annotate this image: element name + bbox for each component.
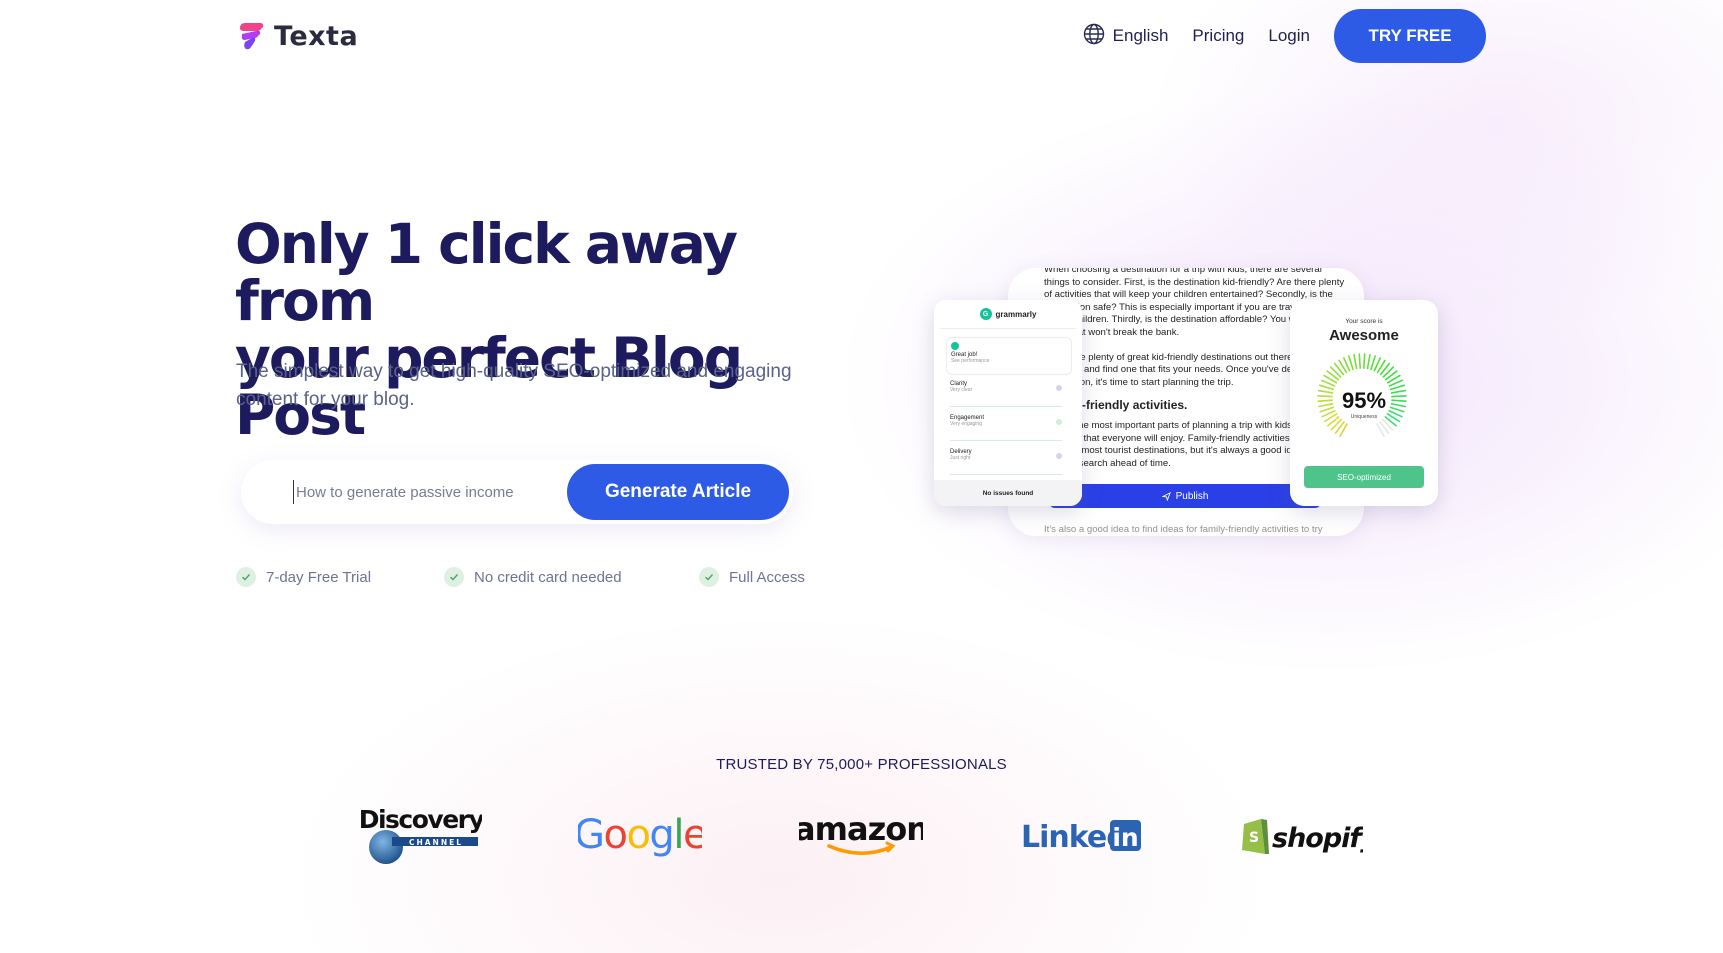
gauge-tick — [1358, 353, 1361, 369]
grammarly-items: Great job! See performance Clarity Very … — [940, 328, 1076, 477]
grammarly-panel: G grammarly Great job! See performance C… — [934, 300, 1082, 506]
feature-list: 7-day Free Trial No credit card needed F… — [236, 567, 856, 587]
hero-title-line1: Only 1 click away from — [235, 212, 738, 333]
texta-logo-icon — [236, 20, 266, 52]
check-icon — [236, 567, 256, 587]
check-icon — [699, 567, 719, 587]
publish-label: Publish — [1175, 490, 1209, 502]
publish-button[interactable]: Publish — [1049, 484, 1321, 508]
grammarly-brand: grammarly — [995, 309, 1037, 319]
grammarly-item: Clarity Very clear — [946, 377, 1072, 409]
check-icon — [444, 567, 464, 587]
status-dot — [1056, 453, 1062, 459]
score-bar — [950, 474, 1062, 475]
main-nav: English Pricing Login TRY FREE — [1083, 9, 1486, 63]
feature-item: 7-day Free Trial — [236, 567, 371, 587]
score-rating: Awesome — [1329, 327, 1399, 344]
check-circle-icon — [951, 342, 959, 350]
linkedin-in-text: in — [1112, 823, 1138, 852]
amazon-logo: amazon — [799, 800, 923, 870]
send-icon — [1161, 491, 1171, 501]
svg-text:S: S — [1249, 830, 1259, 846]
language-label: English — [1112, 26, 1169, 45]
score-card: Your score is Awesome 95% Uniqueness SEO… — [1290, 300, 1438, 506]
doc-paragraph: It's also a good idea to find ideas for … — [1044, 524, 1323, 535]
score-bar — [950, 406, 1062, 407]
svg-text:Google: Google — [578, 812, 702, 858]
nav-login[interactable]: Login — [1268, 26, 1310, 46]
grammarly-item: Engagement Very engaging — [946, 411, 1072, 443]
logo-text: Texta — [274, 20, 359, 52]
linkedin-logo: Linked in — [1019, 800, 1143, 870]
amazon-wordmark: amazon — [799, 810, 923, 848]
generate-article-button[interactable]: Generate Article — [567, 464, 789, 520]
gauge-tick — [1370, 355, 1376, 371]
site-header: Texta English Pricing Login TRY FREE — [0, 0, 1723, 72]
grammarly-footer: No issues found — [934, 480, 1082, 506]
grammarly-item: Great job! See performance — [946, 337, 1072, 375]
discovery-wordmark: Discovery — [360, 805, 482, 834]
gauge-tick — [1363, 353, 1366, 369]
feature-label: 7-day Free Trial — [266, 568, 372, 586]
logo[interactable]: Texta — [236, 20, 358, 52]
discovery-logo: Discovery CHANNEL — [360, 800, 482, 870]
status-dot — [1056, 385, 1062, 391]
score-percent: 95% — [1341, 388, 1387, 413]
gauge-tick — [1348, 355, 1354, 371]
feature-item: Full Access — [699, 567, 805, 587]
grammarly-item-sub: See performance — [951, 358, 990, 364]
grammarly-item-sub: Very clear — [950, 387, 973, 393]
globe-icon — [1083, 23, 1105, 50]
feature-label: Full Access — [729, 568, 805, 586]
article-generator-form: Generate Article — [241, 460, 793, 524]
try-free-button[interactable]: TRY FREE — [1334, 9, 1486, 63]
grammarly-item: Delivery Just right — [946, 445, 1072, 477]
brand-logos: Discovery CHANNEL Google amazon Linked i… — [0, 800, 1723, 870]
language-selector[interactable]: English — [1083, 23, 1169, 50]
grammarly-item-sub: Very engaging — [950, 421, 982, 427]
score-percent-sub: Uniqueness — [1350, 414, 1378, 420]
gauge-tick — [1366, 353, 1371, 370]
shopify-wordmark: shopify — [1272, 823, 1363, 854]
topic-input[interactable] — [293, 480, 553, 504]
google-logo: Google — [578, 800, 702, 870]
feature-label: No credit card needed — [474, 568, 622, 586]
hero-subtitle: The simplest way to get high-quality SEO… — [236, 361, 792, 410]
status-dot — [1056, 419, 1062, 425]
grammarly-logo-icon: G — [979, 308, 992, 320]
discovery-channel-text: CHANNEL — [409, 838, 463, 847]
nav-pricing[interactable]: Pricing — [1192, 26, 1244, 46]
gauge-tick — [1353, 353, 1358, 370]
score-caption: Your score is — [1345, 318, 1383, 325]
seo-optimized-badge: SEO-optimized — [1304, 466, 1424, 488]
product-mockup: When choosing a destination for a trip w… — [934, 268, 1439, 538]
grammarly-item-sub: Just right — [950, 455, 971, 461]
shopify-logo: S shopify — [1239, 800, 1363, 870]
score-bar — [950, 440, 1062, 441]
grammarly-header: G grammarly — [934, 300, 1082, 328]
feature-item: No credit card needed — [444, 567, 622, 587]
trusted-label: TRUSTED BY 75,000+ PROFESSIONALS — [716, 756, 1007, 773]
